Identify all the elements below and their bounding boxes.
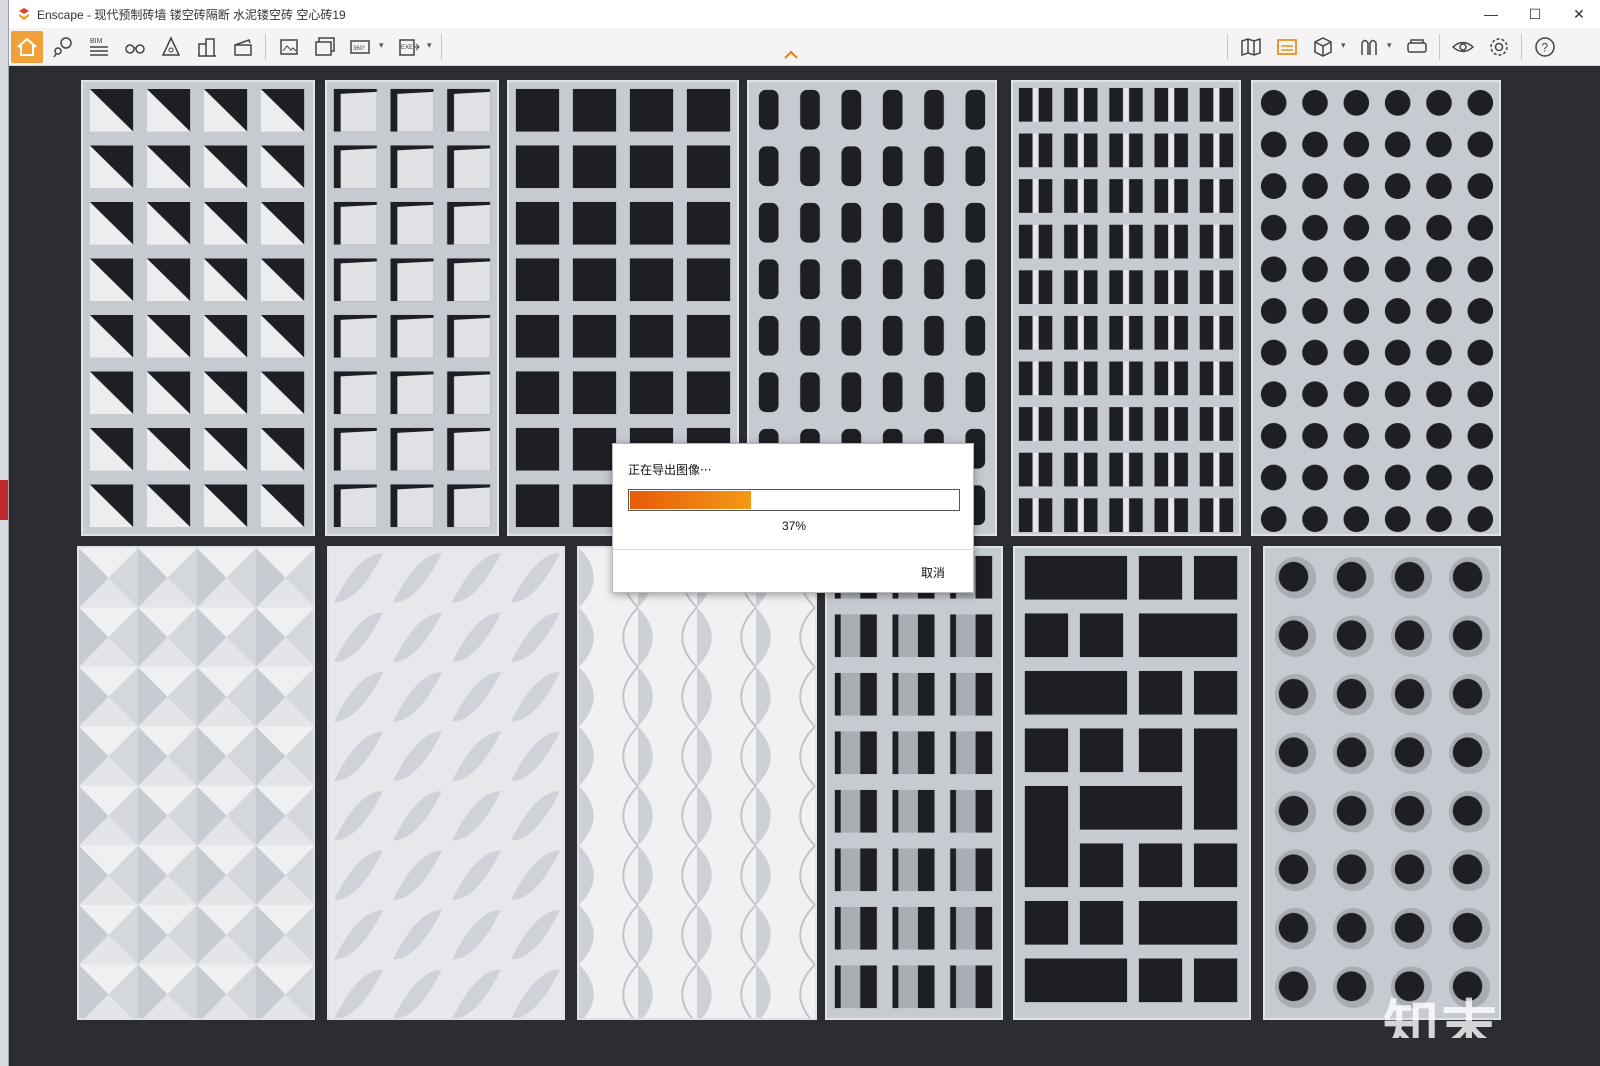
binoculars-icon	[125, 44, 145, 54]
chevron-down-icon[interactable]: ▾	[379, 40, 384, 51]
vr-button[interactable]	[1401, 31, 1433, 63]
toolbar: BIM 360° ▾ EXE ▾ ▾ ▾ ?	[9, 28, 1600, 66]
visual-settings-button[interactable]	[1447, 31, 1479, 63]
binoculars-button[interactable]	[119, 31, 151, 63]
close-button[interactable]: ✕	[1557, 0, 1600, 28]
home-icon	[17, 37, 37, 56]
exe-export-icon: EXE	[399, 39, 420, 56]
material-button[interactable]	[1271, 31, 1303, 63]
brick-panel-wave-lens	[327, 546, 565, 1020]
bim-label: BIM	[90, 38, 103, 45]
people-icon	[1361, 39, 1377, 55]
cube-button[interactable]	[1307, 31, 1339, 63]
assets-button[interactable]	[191, 31, 223, 63]
toolbar-separator	[1227, 34, 1228, 60]
minimize-button[interactable]: —	[1469, 0, 1513, 28]
views-button[interactable]	[47, 31, 79, 63]
cone-icon	[161, 36, 181, 56]
bim-button[interactable]: BIM	[83, 31, 115, 63]
material-icon	[1277, 39, 1297, 55]
dialog-divider	[613, 549, 975, 550]
chevron-down-icon[interactable]: ▾	[1341, 40, 1346, 51]
dialog-title: 正在导出图像···	[628, 463, 712, 477]
objects-button[interactable]	[155, 31, 187, 63]
desktop-icon-fragment	[0, 480, 8, 520]
brick-panel-circle-small	[1251, 80, 1501, 536]
settings-button[interactable]	[1483, 31, 1515, 63]
toolbar-separator	[1521, 34, 1522, 60]
toolbar-separator	[265, 34, 266, 60]
toolbar-separator	[441, 34, 442, 60]
chevron-down-icon[interactable]: ▾	[427, 40, 432, 51]
help-button[interactable]: ?	[1529, 31, 1561, 63]
desktop-background-strip	[0, 0, 8, 1066]
progress-bar	[628, 489, 960, 511]
brick-panel-grid-slot	[1011, 80, 1241, 536]
batch-export-button[interactable]	[309, 31, 341, 63]
brick-panel-faceted	[77, 546, 315, 1020]
svg-text:?: ?	[1542, 41, 1549, 55]
people-button[interactable]	[1353, 31, 1385, 63]
cube-icon	[1314, 37, 1332, 57]
progress-percent: 37%	[781, 519, 807, 533]
toolbar-separator	[1439, 34, 1440, 60]
brick-panel-curved	[577, 546, 817, 1020]
panorama-360-icon: 360°	[350, 40, 370, 54]
exe-label: EXE	[401, 45, 413, 51]
exe-export-button[interactable]: EXE	[393, 31, 425, 63]
brick-panel-rect-openings	[825, 546, 1003, 1020]
panorama-button[interactable]: 360°	[345, 31, 377, 63]
video-editor-button[interactable]	[227, 31, 259, 63]
enscape-logo-icon	[19, 8, 29, 20]
export-progress-dialog: 正在导出图像··· 37% 取消	[612, 443, 975, 593]
panorama-label: 360°	[353, 46, 366, 52]
bim-icon: BIM	[90, 38, 108, 56]
collapse-toolbar-icon[interactable]	[783, 48, 799, 60]
window-bottom-edge	[9, 1038, 1600, 1066]
brick-panel-square-open	[325, 80, 499, 536]
help-icon: ?	[1535, 37, 1555, 57]
maximize-button[interactable]: ☐	[1513, 0, 1557, 28]
batch-image-icon	[315, 37, 335, 56]
window-title: Enscape - 现代预制砖墙 镂空砖隔断 水泥镂空砖 空心砖19	[37, 7, 346, 22]
enscape-window: Enscape - 现代预制砖墙 镂空砖隔断 水泥镂空砖 空心砖19 — ☐ ✕…	[8, 0, 1600, 1066]
title-bar: Enscape - 现代预制砖墙 镂空砖隔断 水泥镂空砖 空心砖19 — ☐ ✕	[9, 0, 1600, 28]
image-export-icon	[280, 39, 298, 55]
brick-panel-circle-large	[1263, 546, 1501, 1020]
progress-bar-fill	[630, 491, 751, 509]
home-button[interactable]	[11, 31, 43, 63]
chevron-down-icon[interactable]: ▾	[1387, 40, 1392, 51]
buildings-icon	[198, 38, 216, 57]
location-pin-icon	[53, 37, 72, 58]
window-controls: — ☐ ✕	[1469, 0, 1600, 28]
brick-panel-triangle	[81, 80, 315, 536]
eye-icon	[1451, 41, 1475, 53]
vr-headset-icon	[1407, 39, 1427, 53]
brick-panel-random-rect	[1013, 546, 1251, 1020]
cancel-button[interactable]: 取消	[921, 564, 945, 581]
map-button[interactable]	[1235, 31, 1267, 63]
screenshot-button[interactable]	[273, 31, 305, 63]
gear-icon	[1490, 38, 1508, 56]
map-icon	[1241, 37, 1261, 57]
clapperboard-icon	[234, 39, 252, 56]
